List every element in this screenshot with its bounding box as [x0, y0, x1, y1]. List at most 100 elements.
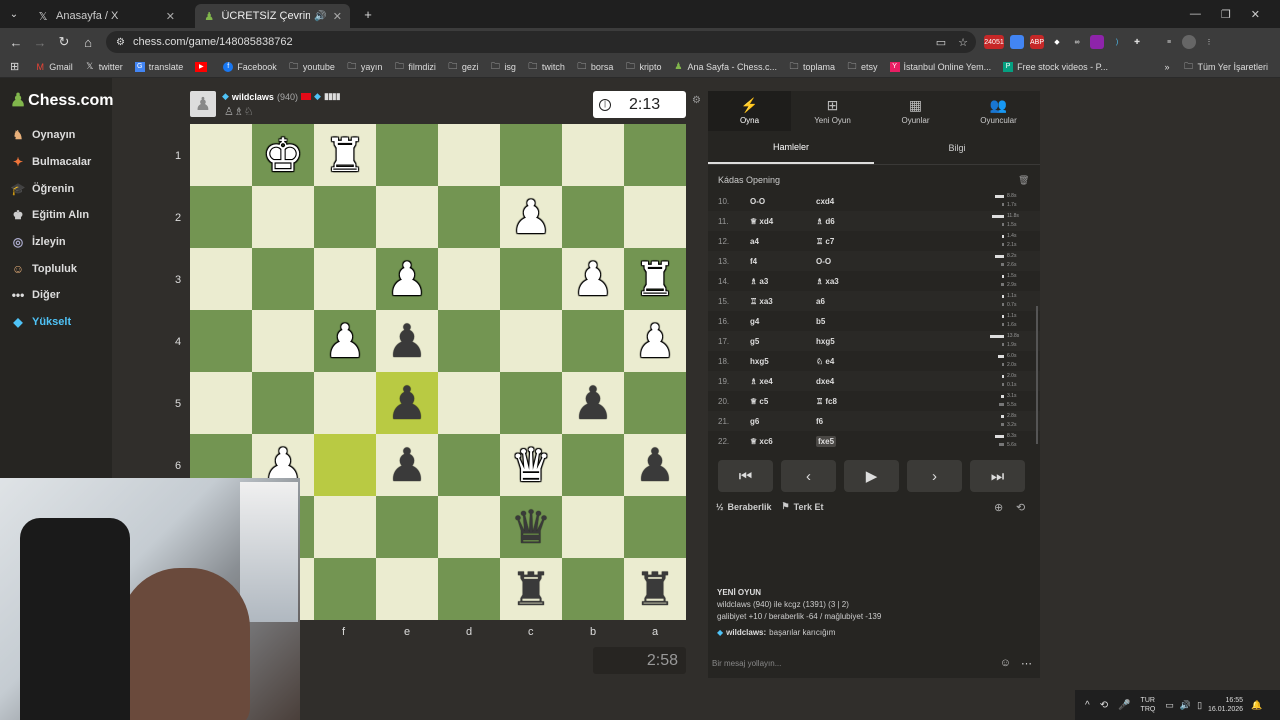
- black-move[interactable]: ♖ c7: [816, 237, 834, 246]
- restore-icon[interactable]: ❐: [1221, 8, 1231, 21]
- tab-list-button[interactable]: ⌄: [0, 2, 28, 26]
- battery-icon[interactable]: ▯: [1197, 700, 1202, 711]
- clock-date[interactable]: 16.01.2026: [1208, 705, 1243, 714]
- black-pawn-icon[interactable]: ♟: [572, 380, 613, 426]
- board-square[interactable]: [500, 124, 562, 186]
- black-move[interactable]: f6: [816, 417, 823, 426]
- move-list-scrollbar[interactable]: [1036, 306, 1038, 444]
- black-pawn-icon[interactable]: ♟: [634, 442, 675, 488]
- board-square[interactable]: [438, 186, 500, 248]
- purple-extension-icon[interactable]: [1090, 35, 1104, 49]
- board-square[interactable]: ♜: [624, 558, 686, 620]
- board-square[interactable]: ♟: [562, 372, 624, 434]
- board-square[interactable]: [438, 124, 500, 186]
- sidebar-item-watch[interactable]: ◎ İzleyin: [10, 235, 66, 249]
- browser-tab-x[interactable]: 𝕏 Anasayfa / X ✕: [28, 4, 183, 28]
- sidebar-item-upgrade[interactable]: ◆ Yükselt: [10, 315, 71, 329]
- close-window-icon[interactable]: ✕: [1251, 8, 1260, 21]
- black-queen-icon[interactable]: ♛: [510, 504, 551, 550]
- url-field[interactable]: ⚙ chess.com/game/148085838762 ▭ ☆: [106, 31, 976, 53]
- prev-move-button[interactable]: ‹: [781, 460, 836, 492]
- white-move[interactable]: ♗ xe4: [750, 377, 773, 386]
- bookmark-folder-filmdizi[interactable]: 🗀 filmdizi: [394, 61, 436, 72]
- board-square[interactable]: [376, 186, 438, 248]
- glasses-extension-icon[interactable]: ∞: [1070, 35, 1084, 49]
- board-square[interactable]: ♟: [624, 310, 686, 372]
- board-square[interactable]: [376, 496, 438, 558]
- board-square[interactable]: [500, 310, 562, 372]
- black-move[interactable]: a6: [816, 297, 825, 306]
- sidebar-item-play[interactable]: ♞ Oynayın: [10, 128, 76, 142]
- board-square[interactable]: ♟: [376, 310, 438, 372]
- black-move[interactable]: dxe4: [816, 377, 834, 386]
- translate-extension-icon[interactable]: [1010, 35, 1024, 49]
- board-square[interactable]: [438, 372, 500, 434]
- board-square[interactable]: [190, 310, 252, 372]
- board-square[interactable]: [624, 186, 686, 248]
- board-square[interactable]: [252, 186, 314, 248]
- board-square[interactable]: [562, 124, 624, 186]
- board-square[interactable]: [562, 558, 624, 620]
- input-language[interactable]: TUR: [1141, 696, 1156, 705]
- white-move[interactable]: ♖ xa3: [750, 297, 773, 306]
- avatar[interactable]: ♟: [190, 91, 216, 117]
- abp-extension-icon[interactable]: ABP: [1030, 35, 1044, 49]
- board-square[interactable]: ♛: [500, 496, 562, 558]
- sidebar-item-more[interactable]: ••• Diğer: [10, 288, 60, 302]
- board-square[interactable]: ♟: [376, 434, 438, 496]
- board-square[interactable]: [190, 372, 252, 434]
- bookmark-youtube-red[interactable]: ▶: [195, 61, 211, 72]
- white-pawn-icon[interactable]: ♟: [572, 256, 613, 302]
- bookmark-twitter[interactable]: 𝕏twitter: [85, 61, 123, 72]
- apps-grid-icon[interactable]: ⊞: [10, 60, 19, 73]
- bookmark-folder-isg[interactable]: 🗀 isg: [490, 61, 516, 72]
- board-square[interactable]: ♟: [624, 434, 686, 496]
- board-square[interactable]: [624, 372, 686, 434]
- mic-icon[interactable]: 🎤: [1118, 700, 1130, 711]
- bookmark-folder-yayin[interactable]: 🗀 yayın: [347, 61, 382, 72]
- white-move[interactable]: ♕ c5: [750, 397, 768, 406]
- white-pawn-icon[interactable]: ♟: [386, 256, 427, 302]
- board-square[interactable]: ♟: [500, 186, 562, 248]
- close-icon[interactable]: ✕: [333, 10, 342, 23]
- notification-icon[interactable]: 🔔: [1251, 700, 1262, 711]
- flip-board-icon[interactable]: ⟲: [1016, 501, 1025, 514]
- menu-dots-icon[interactable]: ⋮: [1202, 35, 1216, 49]
- board-square[interactable]: ♟: [376, 248, 438, 310]
- chat-input[interactable]: Bir mesaj yollayın... ☺ ⋯: [712, 651, 1032, 675]
- extension-badge-icon[interactable]: 24051: [984, 35, 1004, 49]
- white-pawn-icon[interactable]: ♟: [634, 318, 675, 364]
- input-method[interactable]: TRQ: [1141, 705, 1156, 714]
- board-square[interactable]: [252, 372, 314, 434]
- sidebar-item-puzzles[interactable]: ✦ Bulmacalar: [10, 155, 91, 169]
- board-square[interactable]: ♟: [376, 372, 438, 434]
- profile-avatar-icon[interactable]: [1182, 35, 1196, 49]
- audio-extension-icon[interactable]: ): [1110, 35, 1124, 49]
- board-square[interactable]: [562, 496, 624, 558]
- all-bookmarks[interactable]: 🗀 Tüm Yer İşaretleri: [1183, 61, 1268, 72]
- add-time-icon[interactable]: ⊕: [994, 501, 1003, 514]
- bookmark-folder-youtube[interactable]: 🗀 youtube: [289, 61, 335, 72]
- bookmark-folder-kripto[interactable]: 🗀 kripto: [625, 61, 662, 72]
- black-pawn-icon[interactable]: ♟: [386, 318, 427, 364]
- new-tab-button[interactable]: +: [356, 2, 380, 26]
- board-square[interactable]: [314, 558, 376, 620]
- tab-new-game[interactable]: ⊞ Yeni Oyun: [791, 91, 874, 131]
- white-move[interactable]: f4: [750, 257, 757, 266]
- play-button[interactable]: ▶: [844, 460, 899, 492]
- chesscom-logo[interactable]: ♟ Chess.com: [10, 90, 114, 111]
- white-move[interactable]: O-O: [750, 197, 765, 206]
- board-square[interactable]: [500, 248, 562, 310]
- board-square[interactable]: [438, 496, 500, 558]
- tab-play[interactable]: ⚡ Oyna: [708, 91, 791, 131]
- bookmark-folder-toplama[interactable]: 🗀 toplama: [789, 61, 835, 72]
- black-rook-icon[interactable]: ♜: [634, 566, 675, 612]
- bookmark-translate[interactable]: Gtranslate: [134, 61, 183, 72]
- board-square[interactable]: [314, 186, 376, 248]
- board-square[interactable]: [314, 496, 376, 558]
- resign-button[interactable]: ⚑ Terk Et: [782, 501, 824, 512]
- white-rook-icon[interactable]: ♜: [634, 256, 675, 302]
- board-square[interactable]: [376, 558, 438, 620]
- sync-icon[interactable]: ⟲: [1100, 700, 1108, 711]
- board-square[interactable]: ♜: [500, 558, 562, 620]
